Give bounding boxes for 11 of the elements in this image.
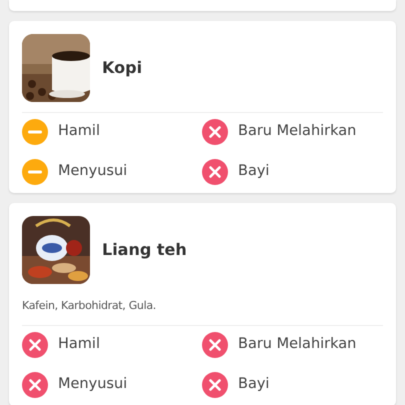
condition-label: Hamil [58,334,100,354]
condition-label: Bayi [238,162,270,182]
condition-label: Menyusui [58,374,128,394]
food-title: Liang teh [102,239,187,261]
condition-label: Baru Melahirkan [238,122,356,142]
condition-label: Menyusui [58,162,128,182]
condition-label: Bayi [238,374,270,394]
condition-label: Hamil [58,122,100,142]
condition-label: Baru Melahirkan [238,334,356,354]
food-title: Kopi [102,57,142,79]
food-description: Kafein, Karbohidrat, Gula. [22,298,157,314]
